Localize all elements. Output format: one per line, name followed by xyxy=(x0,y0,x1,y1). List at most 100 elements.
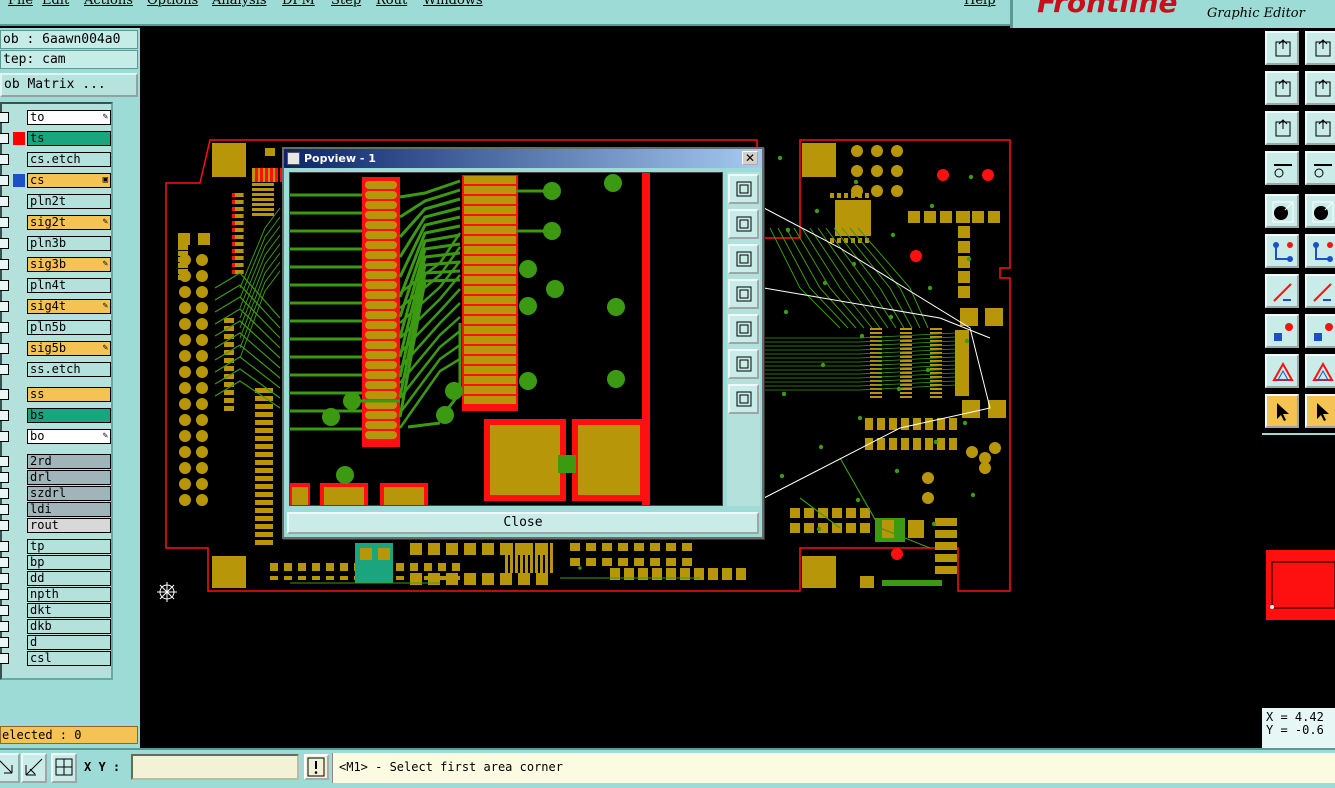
layer-row-pln3b[interactable]: pln3b xyxy=(0,236,113,251)
layer-row-dd[interactable]: dd xyxy=(0,571,113,586)
properties-icon[interactable] xyxy=(1265,151,1299,185)
net-icon[interactable] xyxy=(1265,234,1299,268)
menu-step[interactable]: Step xyxy=(331,0,361,8)
layer-row-cs[interactable]: cs ▣ xyxy=(0,173,113,188)
xy-input[interactable] xyxy=(131,754,299,780)
layer-row-ldi[interactable]: ldi xyxy=(0,502,113,517)
zoom-window-icon[interactable] xyxy=(728,174,759,204)
measure-icon[interactable] xyxy=(21,753,47,783)
layer-row-sig4t[interactable]: sig4t ✎ xyxy=(0,299,113,314)
layer-checkbox[interactable] xyxy=(0,431,9,442)
layer-row-dkb[interactable]: dkb xyxy=(0,619,113,634)
pan-down-icon[interactable] xyxy=(1305,31,1335,65)
menu-actions[interactable]: Actions xyxy=(84,0,133,8)
layer-checkbox[interactable] xyxy=(0,605,9,616)
layer-row-drl[interactable]: drl xyxy=(0,470,113,485)
menu-edit[interactable]: Edit xyxy=(42,0,69,8)
triangle-icon[interactable] xyxy=(1305,354,1335,388)
pan-right-icon[interactable] xyxy=(1305,71,1335,105)
fit-icon[interactable] xyxy=(728,349,759,379)
close-button[interactable]: Close xyxy=(287,512,759,534)
grid-icon[interactable] xyxy=(51,753,77,783)
menu-dfm[interactable]: DFM xyxy=(282,0,315,8)
menu-rout[interactable]: Rout xyxy=(376,0,407,8)
layer-checkbox[interactable] xyxy=(0,154,9,165)
layer-checkbox[interactable] xyxy=(0,637,9,648)
pointer-icon[interactable] xyxy=(1265,394,1299,428)
layer-checkbox[interactable] xyxy=(0,456,9,467)
layer-row-d[interactable]: d xyxy=(0,635,113,650)
pan-left-icon[interactable] xyxy=(1265,71,1299,105)
layer-checkbox[interactable] xyxy=(0,653,9,664)
menu-options[interactable]: Options xyxy=(147,0,198,8)
layer-checkbox[interactable] xyxy=(0,389,9,400)
pan-left-icon[interactable] xyxy=(728,279,759,309)
layer-row-dkt[interactable]: dkt xyxy=(0,603,113,618)
job-matrix-button[interactable]: ob Matrix ... xyxy=(0,73,138,97)
layer-checkbox[interactable] xyxy=(0,133,9,144)
zoom-out-icon[interactable] xyxy=(728,244,759,274)
menu-help[interactable]: Help xyxy=(964,0,996,8)
popview-titlebar[interactable]: Popview - 1 ✕ xyxy=(284,149,762,168)
zoom-in-icon[interactable] xyxy=(728,209,759,239)
layer-row-tp[interactable]: tp xyxy=(0,539,113,554)
layer-row-bs[interactable]: bs xyxy=(0,408,113,423)
layer-checkbox[interactable] xyxy=(0,541,9,552)
layer-checkbox[interactable] xyxy=(0,621,9,632)
layer-row-rout[interactable]: rout xyxy=(0,518,113,533)
layer-checkbox[interactable] xyxy=(0,259,9,270)
warning-icon[interactable] xyxy=(304,754,329,780)
layer-row-pln5b[interactable]: pln5b xyxy=(0,320,113,335)
layer-checkbox[interactable] xyxy=(0,557,9,568)
layer-checkbox[interactable] xyxy=(0,343,9,354)
layer-checkbox[interactable] xyxy=(0,301,9,312)
layer-checkbox[interactable] xyxy=(0,112,9,123)
layer-checkbox[interactable] xyxy=(0,364,9,375)
layer-row-ss.etch[interactable]: ss.etch xyxy=(0,362,113,377)
layer-row-pln2t[interactable]: pln2t xyxy=(0,194,113,209)
layer-row-bp[interactable]: bp xyxy=(0,555,113,570)
measure-line-icon[interactable] xyxy=(1305,314,1335,348)
pin-icon[interactable] xyxy=(1305,151,1335,185)
layer-checkbox[interactable] xyxy=(0,238,9,249)
zoom-up-icon[interactable] xyxy=(1265,31,1299,65)
delete-icon[interactable] xyxy=(1305,234,1335,268)
pan-center-icon[interactable] xyxy=(1305,111,1335,145)
layer-checkbox[interactable] xyxy=(0,488,9,499)
layer-checkbox[interactable] xyxy=(0,520,9,531)
layer-row-sig5b[interactable]: sig5b ✎ xyxy=(0,341,113,356)
menu-analysis[interactable]: Analysis xyxy=(212,0,267,8)
layer-checkbox[interactable] xyxy=(0,280,9,291)
layer-row-cs.etch[interactable]: cs.etch xyxy=(0,152,113,167)
layer-checkbox[interactable] xyxy=(0,472,9,483)
layer-row-ss[interactable]: ss xyxy=(0,387,113,402)
close-icon[interactable]: ✕ xyxy=(742,151,758,165)
layer-row-2rd[interactable]: 2rd xyxy=(0,454,113,469)
layer-row-szdrl[interactable]: szdrl xyxy=(0,486,113,501)
center-icon[interactable] xyxy=(728,384,759,414)
layer-checkbox[interactable] xyxy=(0,504,9,515)
layer-checkbox[interactable] xyxy=(0,217,9,228)
line-edit-icon[interactable] xyxy=(1305,274,1335,308)
line-add-icon[interactable] xyxy=(1265,274,1299,308)
layer-checkbox[interactable] xyxy=(0,196,9,207)
layer-checkbox[interactable] xyxy=(0,573,9,584)
layer-row-sig2t[interactable]: sig2t ✎ xyxy=(0,215,113,230)
layer-row-csl[interactable]: csl xyxy=(0,651,113,666)
layer-row-ts[interactable]: ts xyxy=(0,131,113,146)
layer-checkbox[interactable] xyxy=(0,175,9,186)
feature-select-icon[interactable] xyxy=(1265,194,1299,228)
layer-checkbox[interactable] xyxy=(0,410,9,421)
layer-checkbox[interactable] xyxy=(0,589,9,600)
layer-checkbox[interactable] xyxy=(0,322,9,333)
layer-row-sig3b[interactable]: sig3b ✎ xyxy=(0,257,113,272)
layer-row-pln4t[interactable]: pln4t xyxy=(0,278,113,293)
pointer-select-icon[interactable] xyxy=(1305,394,1335,428)
pan-right-icon[interactable] xyxy=(728,314,759,344)
menu-windows[interactable]: Windows xyxy=(423,0,483,8)
popview-zoom-view[interactable] xyxy=(289,172,723,506)
polygon-icon[interactable] xyxy=(1265,354,1299,388)
layer-row-to[interactable]: to ✎ xyxy=(0,110,113,125)
slice-icon[interactable] xyxy=(1305,194,1335,228)
pad-add-icon[interactable] xyxy=(1265,314,1299,348)
